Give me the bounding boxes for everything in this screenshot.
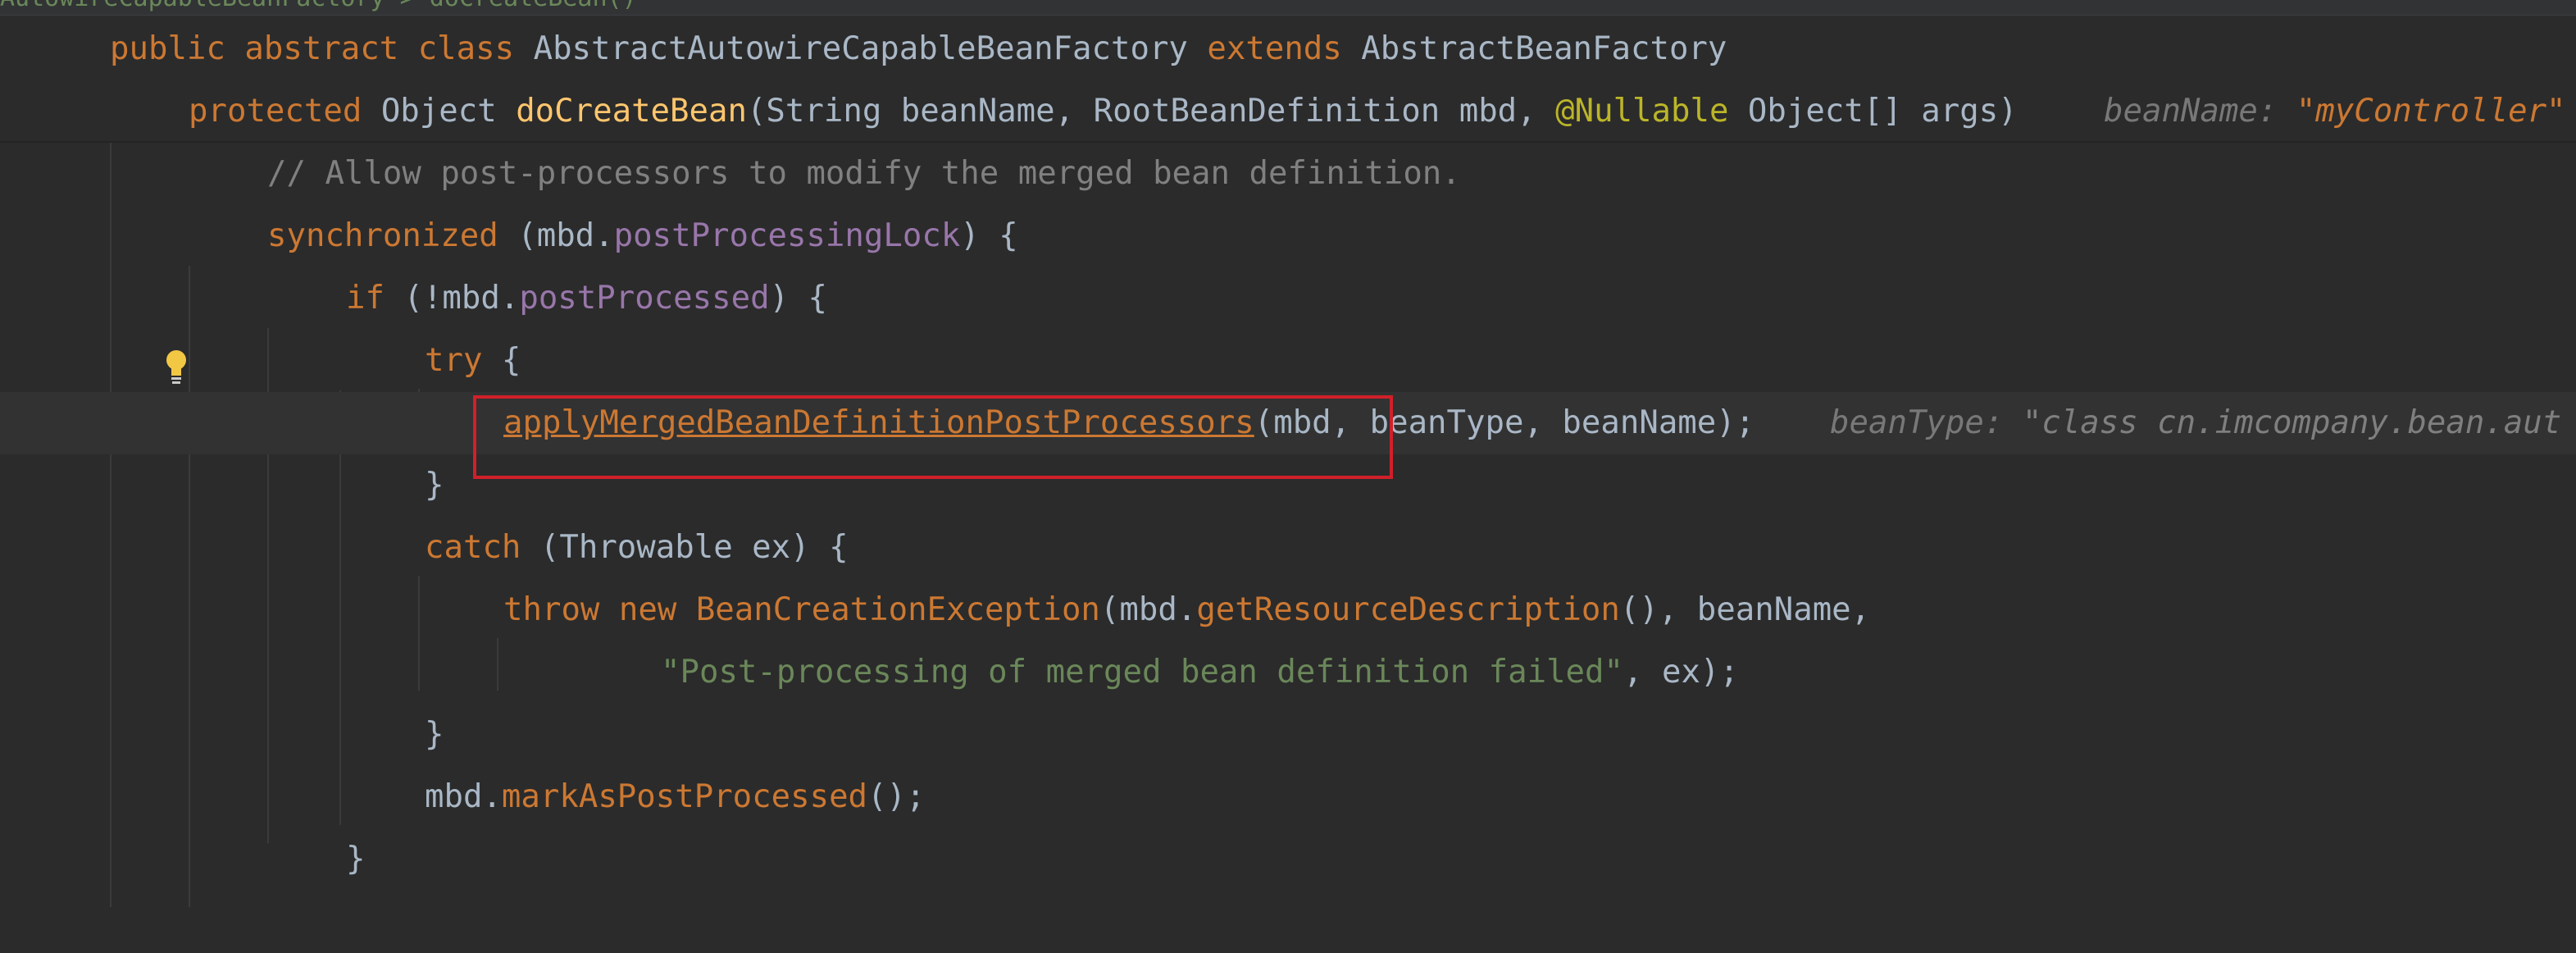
breadcrumb-text: AutowireCapableBeanFactory > doCreateBea… — [0, 0, 637, 12]
code-line-8[interactable]: } — [0, 454, 2576, 517]
method-name: doCreateBean — [516, 93, 747, 130]
code-line-6[interactable]: try { — [0, 330, 2576, 392]
annotation: @Nullable — [1555, 93, 1729, 130]
code-line-4[interactable]: synchronized (mbd.postProcessingLock) { — [0, 205, 2576, 267]
keyword: extends — [1207, 30, 1342, 67]
keyword: public — [110, 30, 225, 67]
code-line-2[interactable]: protected Object doCreateBean(String bea… — [0, 80, 2576, 143]
method-call[interactable]: applyMergedBeanDefinitionPostProcessors — [503, 404, 1254, 441]
debug-inlay-hint: beanType: "class cn.imcompany.bean.aut — [1830, 404, 2562, 441]
code-line-14[interactable]: } — [0, 828, 2576, 891]
class-name: BeanCreationException — [695, 591, 1100, 628]
keyword: try — [425, 342, 483, 379]
parent-class: AbstractBeanFactory — [1361, 30, 1727, 67]
keyword: new — [618, 591, 677, 628]
keyword: protected — [189, 93, 362, 130]
code-line-1[interactable]: public abstract class AbstractAutowireCa… — [0, 18, 2576, 80]
keyword: synchronized — [267, 217, 498, 254]
code-line-10[interactable]: throw new BeanCreationException(mbd.getR… — [0, 579, 2576, 641]
keyword: if — [346, 280, 385, 317]
keyword: class — [417, 30, 515, 67]
code-line-5[interactable]: if (!mbd.postProcessed) { — [0, 267, 2576, 330]
method-call: markAsPostProcessed — [501, 778, 868, 815]
code-line-7[interactable]: applyMergedBeanDefinitionPostProcessors(… — [0, 392, 2576, 454]
code-line-3[interactable]: // Allow post-processors to modify the m… — [0, 143, 2576, 205]
breadcrumb[interactable]: AutowireCapableBeanFactory > doCreateBea… — [0, 0, 2576, 16]
closing-brace: } — [346, 841, 366, 878]
field: postProcessingLock — [613, 217, 961, 254]
closing-brace: } — [425, 467, 444, 504]
keyword: abstract — [244, 30, 399, 67]
string-literal: "Post-processing of merged bean definiti… — [661, 654, 1623, 691]
method-call: getResourceDescription — [1196, 591, 1620, 628]
field: postProcessed — [519, 280, 770, 317]
lightbulb-icon[interactable] — [162, 348, 190, 385]
class-name: AbstractAutowireCapableBeanFactory — [533, 30, 1188, 67]
code-line-11[interactable]: "Post-processing of merged bean definiti… — [0, 641, 2576, 704]
params: Object[] args) — [1728, 93, 2018, 130]
closing-brace: } — [425, 716, 444, 753]
comment: // Allow post-processors to modify the m… — [267, 155, 1461, 192]
return-type: Object — [380, 93, 497, 130]
code-line-9[interactable]: catch (Throwable ex) { — [0, 517, 2576, 579]
debug-inlay-hint: beanName: "myController" — [2104, 93, 2566, 130]
keyword: catch — [425, 529, 521, 566]
code-line-13[interactable]: mbd.markAsPostProcessed(); — [0, 766, 2576, 828]
keyword: throw — [503, 591, 600, 628]
params: (String beanName, RootBeanDefinition mbd… — [746, 93, 1556, 130]
code-line-12[interactable]: } — [0, 704, 2576, 766]
